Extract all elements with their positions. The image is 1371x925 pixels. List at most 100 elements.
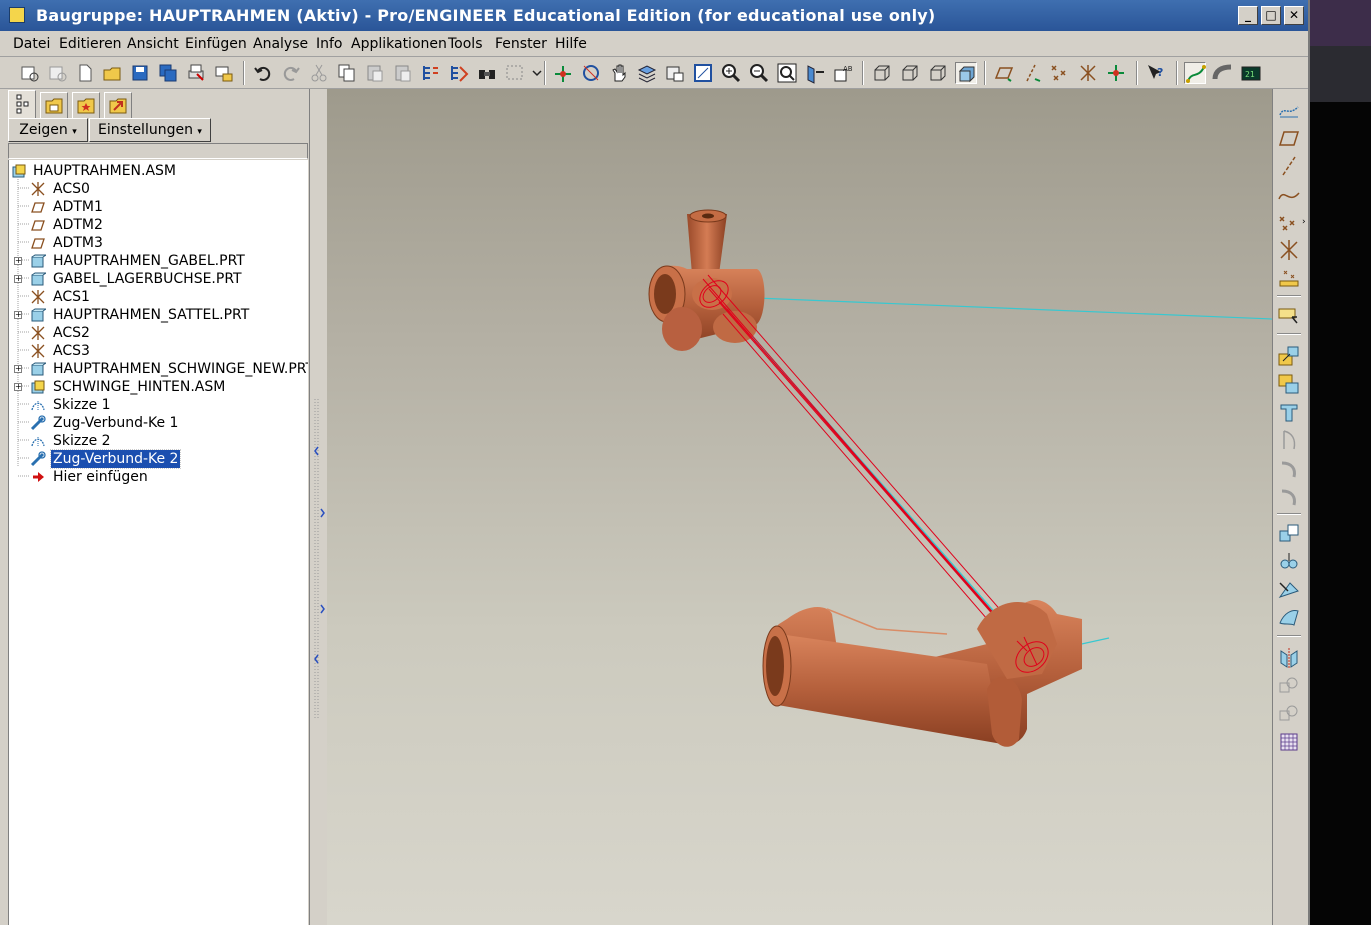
show-dropdown-button[interactable]: Zeigen ▾ [8,118,88,142]
tree-item[interactable]: Skizze 1 [9,396,308,414]
tree-item[interactable]: + GABEL_LAGERBUCHSE.PRT [9,270,308,288]
cut-icon[interactable] [308,62,330,84]
menu-applikationen[interactable]: Applikationen [351,36,447,52]
graphics-viewport[interactable] [327,89,1272,925]
title-bar[interactable]: Baugruppe: HAUPTRAHMEN (Aktiv) - Pro/ENG… [0,0,1308,31]
annotation-display-icon[interactable]: AB [832,62,854,84]
tree-item[interactable]: ADTM1 [9,198,308,216]
regenerate-icon[interactable] [420,62,442,84]
menu-datei[interactable]: Datei [13,36,50,52]
zoom-fit-icon[interactable] [776,62,798,84]
menu-editieren[interactable]: Editieren [59,36,122,52]
menu-fenster[interactable]: Fenster [495,36,547,52]
revolve-tool-icon[interactable] [1276,427,1302,453]
tree-item[interactable]: + HAUPTRAHMEN_GABEL.PRT [9,252,308,270]
datum-axis-tool-icon[interactable] [1276,153,1302,179]
expand-toggle[interactable]: + [14,383,22,391]
grid-pattern-icon[interactable] [1276,729,1302,755]
model-tree-tab[interactable] [8,90,36,119]
copy-icon[interactable] [336,62,358,84]
expand-toggle[interactable]: + [14,311,22,319]
pattern-tool-icon[interactable] [1276,673,1302,699]
menu-hilfe[interactable]: Hilfe [555,36,587,52]
assembly-model-render[interactable] [327,89,1272,925]
expand-toggle[interactable]: + [14,275,22,283]
tree-column-header[interactable] [8,143,308,159]
datum-point-tool-icon[interactable] [1276,209,1302,235]
menu-einfuegen[interactable]: Einfügen [185,36,247,52]
zoom-in-icon[interactable] [720,62,742,84]
datum-axes-toggle-icon[interactable] [1021,62,1043,84]
close-button[interactable]: ✕ [1284,6,1304,25]
tree-item[interactable]: Skizze 2 [9,432,308,450]
menu-info[interactable]: Info [316,36,343,52]
tree-item[interactable]: ADTM2 [9,216,308,234]
expand-toggle[interactable]: + [14,257,22,265]
find-binoculars-icon[interactable] [476,62,498,84]
menu-tools[interactable]: Tools [448,36,483,52]
save-copy-icon[interactable] [157,62,179,84]
copy-geometry-icon[interactable] [1276,521,1302,547]
saved-views-icon[interactable] [664,62,686,84]
tree-item[interactable]: + HAUPTRAHMEN_SATTEL.PRT [9,306,308,324]
tree-item[interactable]: + HAUPTRAHMEN_SCHWINGE_NEW.PRT [9,360,308,378]
mirror-tool-icon[interactable] [1276,645,1302,671]
new-session-icon[interactable] [18,62,40,84]
maximize-button[interactable]: □ [1261,6,1281,25]
pan-hand-icon[interactable] [608,62,630,84]
paste-special-icon[interactable] [392,62,414,84]
trim-icon[interactable] [1276,577,1302,603]
expand-toggle[interactable]: + [14,365,22,373]
hidden-line-icon[interactable] [899,62,921,84]
hole-tool-icon[interactable] [1276,455,1302,481]
regen-manager-icon[interactable] [448,62,470,84]
open-folder-icon[interactable] [101,62,123,84]
bottom-bracket-part[interactable] [762,599,1082,747]
tree-item[interactable]: ACS3 [9,342,308,360]
menu-ansicht[interactable]: Ansicht [127,36,179,52]
redo-icon[interactable] [280,62,302,84]
reorient-icon[interactable] [804,62,826,84]
tree-item[interactable]: ACS2 [9,324,308,342]
wireframe-icon[interactable] [871,62,893,84]
navigator-splitter[interactable] [309,89,326,925]
save-icon[interactable] [129,62,151,84]
connections-tab[interactable] [104,92,132,118]
spin-center-toggle-icon[interactable] [1105,62,1127,84]
analysis-feature-icon[interactable] [1276,265,1302,291]
send-mail-icon[interactable] [213,62,235,84]
print-icon[interactable] [185,62,207,84]
settings-dropdown-button[interactable]: Einstellungen ▾ [89,118,211,142]
assemble-component-icon[interactable] [1276,343,1302,369]
tree-item[interactable]: ACS1 [9,288,308,306]
spin-center-icon[interactable] [580,62,602,84]
refit-view-icon[interactable] [692,62,714,84]
app-icon[interactable] [9,7,25,23]
tree-item[interactable]: ADTM3 [9,234,308,252]
tree-item[interactable]: Hier einfügen [9,468,308,486]
menu-analyse[interactable]: Analyse [253,36,308,52]
round-tool-icon[interactable] [1276,483,1302,509]
group-pattern-icon[interactable] [1276,701,1302,727]
pipe-route-icon[interactable] [1212,62,1234,84]
folder-browser-tab[interactable] [40,92,68,118]
select-box-icon[interactable] [504,62,526,84]
select-dropdown-icon[interactable] [526,62,542,84]
datum-axis[interactable] [731,313,1028,650]
undo-icon[interactable] [252,62,274,84]
zoom-out-icon[interactable] [748,62,770,84]
no-hidden-icon[interactable] [927,62,949,84]
datum-display-icon[interactable] [552,62,574,84]
merge-icon[interactable] [1276,549,1302,575]
context-help-icon[interactable]: ? [1145,62,1167,84]
erase-session-icon[interactable] [46,62,68,84]
datum-planes-toggle-icon[interactable] [993,62,1015,84]
create-component-icon[interactable] [1276,371,1302,397]
console-icon[interactable]: 21 [1240,62,1262,84]
sketch-curve-icon[interactable] [1184,62,1206,84]
extrude-tool-icon[interactable] [1276,399,1302,425]
paste-icon[interactable] [364,62,386,84]
csys-tool-icon[interactable] [1276,237,1302,263]
favorites-tab[interactable] [72,92,100,118]
minimize-button[interactable]: _ [1238,6,1258,25]
